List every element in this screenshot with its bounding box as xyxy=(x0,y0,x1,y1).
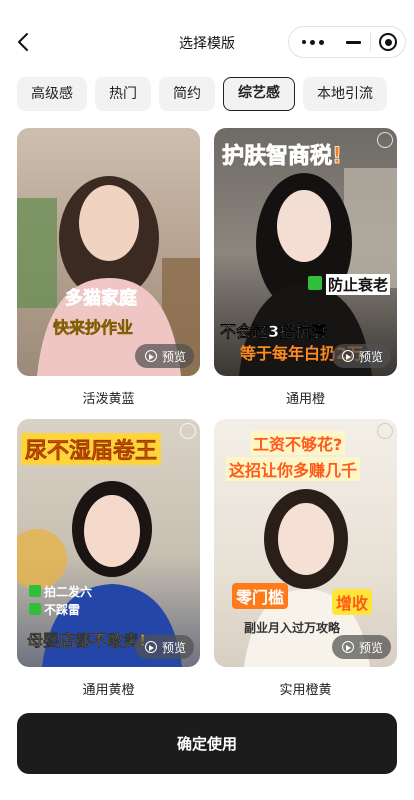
preview-button[interactable]: 预览 xyxy=(331,635,391,659)
overlay-check2: 不踩雷 xyxy=(44,603,81,617)
preview-label: 预览 xyxy=(358,640,383,655)
check-icon xyxy=(29,603,41,615)
overlay-line2: 快来抄作业 xyxy=(53,318,134,338)
template-name: 通用橙 xyxy=(285,392,325,407)
check-icon xyxy=(308,276,322,290)
play-icon xyxy=(341,641,354,653)
portrait-illustration xyxy=(17,176,200,376)
preview-label: 预览 xyxy=(161,349,186,364)
tab-bendi-yinliu[interactable]: 本地引流 xyxy=(303,77,387,111)
confirm-button[interactable]: 确定使用 xyxy=(17,713,397,774)
template-thumbnail: 护肤智商税! 防止衰老 不会这3招抗衰 等于每年白扔2万 预览 xyxy=(214,128,397,376)
overlay-tag1: 零门槛 xyxy=(232,583,289,609)
preview-button[interactable]: 预览 xyxy=(331,344,391,368)
preview-label: 预览 xyxy=(161,640,186,655)
target-circle-icon xyxy=(379,33,398,51)
template-thumbnail: 多猫家庭 快来抄作业 预览 xyxy=(17,128,200,376)
header: 选择模版 xyxy=(0,0,414,84)
template-card[interactable]: 护肤智商税! 防止衰老 不会这3招抗衰 等于每年白扔2万 预览 通用橙 xyxy=(214,128,397,407)
template-thumbnail: 工资不够花? 这招让你多赚几千 零门槛 增收 副业月入过万攻略 预览 xyxy=(214,419,397,667)
tab-gaojigan[interactable]: 高级感 xyxy=(17,77,87,111)
play-icon xyxy=(144,641,157,653)
template-select-page: 选择模版 高级感 热门 简约 综艺感 本地引流 多猫家庭 快来抄作业 预览 活泼… xyxy=(0,0,414,800)
template-name: 通用黄橙 xyxy=(82,683,135,698)
template-card[interactable]: 多猫家庭 快来抄作业 预览 活泼黄蓝 xyxy=(17,128,200,407)
tab-remen[interactable]: 热门 xyxy=(95,77,151,111)
category-tabs: 高级感 热门 简约 综艺感 本地引流 xyxy=(17,77,414,111)
template-card[interactable]: 尿不湿届卷王 拍二发六 不踩雷 母婴店都不敢卖! 预览 通用黄橙 xyxy=(17,419,200,698)
mini-program-capsule xyxy=(288,26,406,58)
tab-zongyigan[interactable]: 综艺感 xyxy=(223,77,295,111)
overlay-tag: 防止衰老 xyxy=(326,274,391,295)
play-icon xyxy=(144,350,157,362)
select-radio[interactable] xyxy=(377,132,393,148)
overlay-line1: 母婴店都不敢卖! xyxy=(27,631,147,650)
overlay-line1: 不会这3招抗衰 xyxy=(220,322,328,341)
minimize-icon xyxy=(345,40,361,44)
select-radio[interactable] xyxy=(377,423,393,439)
overlay-line1: 副业月入过万攻略 xyxy=(244,621,341,635)
more-button[interactable] xyxy=(289,27,336,57)
play-icon xyxy=(341,350,354,362)
overlay-tag2: 增收 xyxy=(332,589,373,615)
template-name: 实用橙黄 xyxy=(279,683,332,698)
more-dots-icon xyxy=(301,39,324,45)
minimize-button[interactable] xyxy=(336,27,370,57)
overlay-headline: 护肤智商税! xyxy=(222,144,343,170)
template-thumbnail: 尿不湿届卷王 拍二发六 不踩雷 母婴店都不敢卖! 预览 xyxy=(17,419,200,667)
tab-jianyue[interactable]: 简约 xyxy=(159,77,215,111)
preview-label: 预览 xyxy=(358,349,383,364)
template-name: 活泼黄蓝 xyxy=(82,392,135,407)
overlay-check1: 拍二发六 xyxy=(44,585,93,599)
overlay-headline2: 这招让你多赚几千 xyxy=(226,457,361,481)
preview-button[interactable]: 预览 xyxy=(134,635,194,659)
check-icon xyxy=(29,585,41,597)
overlay-headline1: 工资不够花? xyxy=(250,431,346,455)
overlay-headline: 尿不湿届卷王 xyxy=(21,433,162,465)
select-radio[interactable] xyxy=(180,423,196,439)
preview-button[interactable]: 预览 xyxy=(134,344,194,368)
overlay-line1: 多猫家庭 xyxy=(65,288,138,310)
close-button[interactable] xyxy=(371,27,405,57)
template-card[interactable]: 工资不够花? 这招让你多赚几千 零门槛 增收 副业月入过万攻略 预览 实用橙黄 xyxy=(214,419,397,698)
